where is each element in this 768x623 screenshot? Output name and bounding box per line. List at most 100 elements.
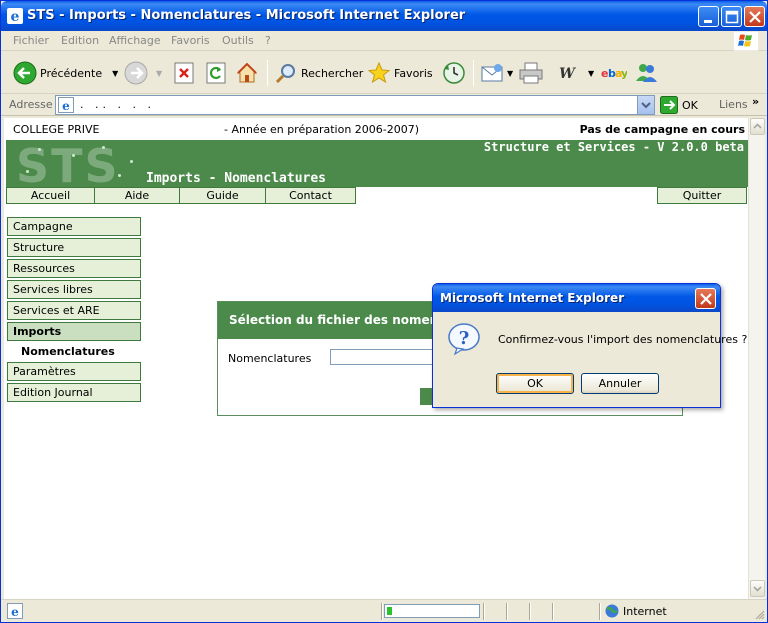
- banner-dot: [38, 148, 41, 151]
- mail-button[interactable]: ▼: [480, 59, 513, 87]
- toolbar: Précédente ▼ ▼ Rechercher Favoris ▼ W ▼ …: [1, 52, 767, 94]
- app-version: Structure et Services - V 2.0.0 beta: [483, 140, 744, 154]
- forward-arrow-icon: [124, 61, 148, 85]
- chevron-down-icon: [641, 102, 651, 109]
- status-divider: [483, 603, 485, 620]
- side-item-structure[interactable]: Structure: [7, 238, 141, 257]
- favorites-label: Favoris: [394, 66, 433, 80]
- menu-edition[interactable]: Edition: [61, 34, 99, 47]
- back-dropdown-icon[interactable]: ▼: [112, 69, 118, 78]
- menu-outils[interactable]: Outils: [222, 34, 254, 47]
- menu-favoris[interactable]: Favoris: [171, 34, 210, 47]
- word-button[interactable]: W ▼: [556, 59, 594, 87]
- chevron-up-icon: [753, 123, 762, 129]
- ebay-button[interactable]: e b a y: [601, 59, 627, 87]
- nav-contact[interactable]: Contact: [265, 187, 356, 204]
- address-value: . .. . . .: [80, 98, 155, 111]
- side-item-services-libres[interactable]: Services libres: [7, 280, 141, 299]
- mail-dropdown-icon[interactable]: ▼: [507, 69, 513, 78]
- page-header-line: COLLEGE PRIVE - Année en préparation 200…: [4, 118, 748, 140]
- scroll-up-button[interactable]: [750, 118, 765, 135]
- search-icon: [275, 64, 295, 84]
- status-divider: [599, 603, 601, 620]
- refresh-button[interactable]: [205, 59, 227, 87]
- side-item-parametres[interactable]: Paramètres: [7, 362, 141, 381]
- side-item-campagne[interactable]: Campagne: [7, 217, 141, 236]
- side-item-ressources[interactable]: Ressources: [7, 259, 141, 278]
- ok-button[interactable]: OK: [496, 373, 574, 394]
- favorites-star-icon: [367, 61, 391, 84]
- stop-button[interactable]: [173, 59, 195, 87]
- menu-bar: Fichier Edition Affichage Favoris Outils…: [1, 31, 767, 51]
- go-button[interactable]: OK: [660, 96, 698, 114]
- back-arrow-icon: [13, 61, 37, 85]
- nav-guide[interactable]: Guide: [179, 187, 266, 204]
- nomenclatures-label: Nomenclatures: [228, 352, 312, 365]
- links-label[interactable]: Liens: [719, 98, 748, 111]
- address-dropdown[interactable]: [637, 96, 654, 114]
- nav-accueil[interactable]: Accueil: [6, 187, 95, 204]
- ie-icon: e: [7, 8, 23, 25]
- messenger-button[interactable]: [634, 59, 658, 87]
- banner-dot: [102, 146, 105, 149]
- maximize-button[interactable]: [721, 6, 742, 27]
- menu-help[interactable]: ?: [265, 34, 271, 47]
- globe-icon: [605, 604, 619, 618]
- word-dropdown-icon[interactable]: ▼: [588, 69, 594, 78]
- quit-button[interactable]: Quitter: [657, 187, 747, 204]
- dialog-title: Microsoft Internet Explorer: [440, 291, 625, 305]
- page-title: Imports - Nomenclatures: [146, 171, 327, 186]
- minimize-button[interactable]: [698, 6, 719, 27]
- chevron-down-icon: [753, 586, 762, 592]
- back-button[interactable]: Précédente ▼: [13, 59, 118, 87]
- chevron-right-icon[interactable]: »: [752, 95, 759, 108]
- vertical-scrollbar[interactable]: [748, 118, 765, 599]
- svg-text:e: e: [62, 99, 70, 113]
- history-button[interactable]: [442, 59, 466, 87]
- dialog-close-button[interactable]: [695, 288, 716, 309]
- campaign-status: Pas de campagne en cours: [579, 123, 745, 136]
- side-item-imports[interactable]: Imports: [7, 322, 141, 341]
- side-item-edition-journal[interactable]: Edition Journal: [7, 383, 141, 402]
- refresh-icon: [206, 62, 226, 84]
- ie-icon: e: [58, 97, 74, 113]
- close-button[interactable]: [744, 6, 765, 27]
- menu-affichage[interactable]: Affichage: [109, 34, 161, 47]
- stop-icon: [174, 62, 194, 84]
- svg-text:e: e: [11, 605, 19, 619]
- title-bar[interactable]: e STS - Imports - Nomenclatures - Micros…: [1, 1, 767, 31]
- side-item-services-are[interactable]: Services et ARE: [7, 301, 141, 320]
- status-divider: [529, 603, 531, 620]
- forward-button[interactable]: ▼: [124, 59, 162, 87]
- address-bar: Adresse e . .. . . . OK Liens »: [1, 94, 767, 116]
- close-icon: [700, 293, 712, 305]
- side-subitem-nomenclatures[interactable]: Nomenclatures: [21, 345, 115, 358]
- back-label: Précédente: [40, 66, 103, 80]
- address-input[interactable]: e . .. . . .: [55, 95, 655, 115]
- scroll-down-button[interactable]: [750, 580, 765, 597]
- favorites-button[interactable]: Favoris: [367, 59, 433, 87]
- dialog-message: Confirmez-vous l'import des nomenclature…: [498, 333, 748, 346]
- resize-grip-icon[interactable]: [753, 608, 765, 620]
- browser-window: e STS - Imports - Nomenclatures - Micros…: [0, 0, 768, 623]
- go-arrow-icon: [660, 96, 678, 114]
- home-icon: [236, 62, 258, 83]
- search-label: Rechercher: [301, 66, 364, 80]
- dialog-title-bar[interactable]: Microsoft Internet Explorer: [433, 284, 720, 312]
- status-bar: e Internet: [1, 599, 767, 622]
- svg-text:?: ?: [459, 328, 470, 349]
- question-icon: ?: [448, 323, 480, 356]
- windows-flag-icon: [733, 31, 759, 51]
- confirm-dialog: Microsoft Internet Explorer ? Confirmez-…: [432, 283, 747, 408]
- print-button[interactable]: [518, 59, 544, 87]
- toolbar-separator: [473, 60, 474, 86]
- status-divider: [381, 603, 383, 620]
- cancel-button[interactable]: Annuler: [581, 373, 659, 394]
- forward-dropdown-icon[interactable]: ▼: [156, 69, 162, 78]
- window-title: STS - Imports - Nomenclatures - Microsof…: [27, 8, 466, 23]
- home-button[interactable]: [235, 59, 259, 87]
- close-icon: [749, 11, 761, 23]
- search-button[interactable]: Rechercher: [274, 59, 363, 87]
- nav-aide[interactable]: Aide: [94, 187, 180, 204]
- menu-fichier[interactable]: Fichier: [13, 34, 49, 47]
